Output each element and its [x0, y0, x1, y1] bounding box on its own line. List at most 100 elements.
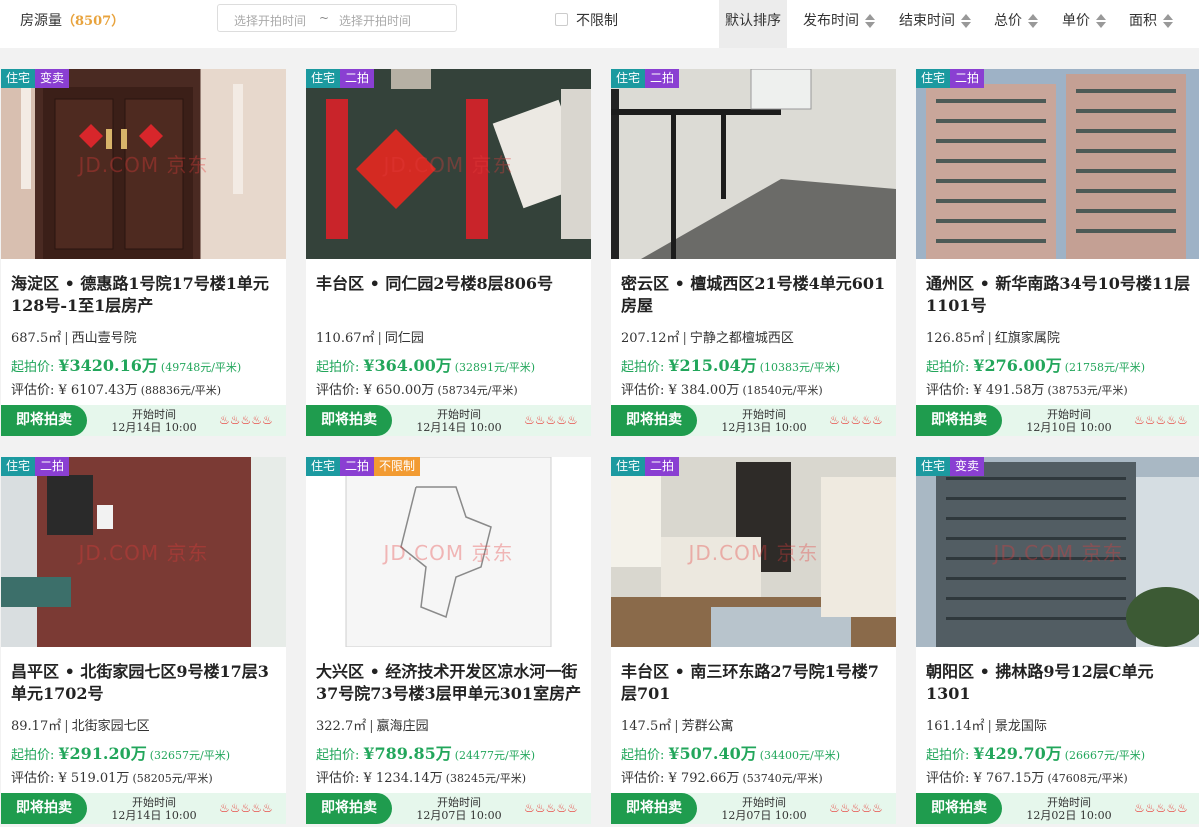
listing-card[interactable]: JD.COM 京东 住宅 二拍 不限制 大兴区 • 经济技术开发区凉水河一街37… [306, 457, 591, 824]
date-start-input[interactable]: 选择开拍时间 [234, 12, 306, 29]
sort-default[interactable]: 默认排序 [719, 0, 787, 48]
appraisal-unit: (58205元/平米) [132, 772, 213, 785]
listing-photo[interactable]: JD.COM 京东 [611, 457, 896, 647]
upcoming-auction-button[interactable]: 即将拍卖 [306, 405, 392, 436]
start-price-value: ¥215.04万 [668, 356, 757, 375]
jd-watermark: JD.COM 京东 [383, 541, 514, 565]
listing-title[interactable]: 昌平区 • 北街家园七区9号楼17层3单元1702号 [11, 661, 281, 705]
jd-watermark: JD.COM 京东 [78, 541, 209, 565]
tag-residential: 住宅 [306, 457, 341, 476]
start-time-label: 开始时间 [1047, 408, 1091, 421]
listing-card[interactable]: JD.COM 京东 住宅 二拍 昌平区 • 北街家园七区9号楼17层3单元170… [1, 457, 286, 824]
popularity-flame-icons: ♨♨♨♨♨ [219, 413, 273, 427]
listing-photo[interactable]: JD.COM 京东 [1, 457, 286, 647]
sort-area[interactable]: 面积 [1129, 10, 1173, 30]
start-price: 起拍价: ¥291.20万 (32657元/平米) [11, 740, 230, 764]
tag-residential: 住宅 [1, 457, 36, 476]
listing-photo[interactable]: JD.COM 京东 [916, 457, 1199, 647]
tag-residential: 住宅 [1, 69, 36, 88]
tag-sale-type: 二拍 [950, 69, 985, 88]
listing-card[interactable]: 住宅 二拍 密云区 • 檀城西区21号楼4单元601房屋 207.12㎡ | 宁静之… [611, 69, 896, 436]
checkbox-box[interactable] [555, 13, 568, 26]
start-time-value: 12月02日 10:00 [1026, 809, 1112, 822]
start-price-unit: (21758元/平米) [1064, 361, 1146, 374]
start-time-label: 开始时间 [742, 408, 786, 421]
date-end-input[interactable]: 选择开拍时间 [339, 12, 411, 29]
appraisal-value: ¥ 650.00万 [363, 383, 435, 398]
listing-title[interactable]: 密云区 • 檀城西区21号楼4单元601房屋 [621, 273, 891, 317]
listing-title[interactable]: 丰台区 • 同仁园2号楼8层806号 [316, 273, 586, 295]
listing-title[interactable]: 海淀区 • 德惠路1号院17号楼1单元128号-1至1层房产 [11, 273, 281, 317]
start-price-value: ¥3420.16万 [58, 356, 158, 375]
start-time-label: 开始时间 [437, 408, 481, 421]
start-price-unit: (24477元/平米) [454, 749, 536, 762]
sort-publish-time[interactable]: 发布时间 [803, 10, 875, 30]
appraisal-label: 评估价: [11, 383, 55, 398]
community-name: 宁静之都檀城西区 [689, 331, 794, 346]
start-price-label: 起拍价: [621, 748, 665, 763]
auction-status-bar: 即将拍卖 开始时间 12月14日 10:00 ♨♨♨♨♨ [1, 793, 286, 824]
start-time: 开始时间 12月14日 10:00 [404, 408, 514, 434]
stairwell-photo-illustration [611, 69, 896, 259]
appraisal-value: ¥ 767.15万 [973, 771, 1045, 786]
appraisal-value: ¥ 384.00万 [668, 383, 740, 398]
start-time: 开始时间 12月14日 10:00 [99, 796, 209, 822]
start-time-value: 12月07日 10:00 [721, 809, 807, 822]
start-time-value: 12月13日 10:00 [721, 421, 807, 434]
appraisal-price: 评估价: ¥ 792.66万 (53740元/平米) [621, 767, 823, 786]
listing-photo[interactable]: JD.COM 京东 [1, 69, 286, 259]
listing-card[interactable]: JD.COM 京东 住宅 变卖 朝阳区 • 拂林路9号12层C单元1301 16… [916, 457, 1199, 824]
upcoming-auction-button[interactable]: 即将拍卖 [916, 793, 1002, 824]
listing-photo[interactable]: JD.COM 京东 [306, 69, 591, 259]
start-price-value: ¥429.70万 [973, 744, 1062, 763]
start-price-label: 起拍价: [316, 748, 360, 763]
start-time-value: 12月07日 10:00 [416, 809, 502, 822]
listing-area-community: 126.85㎡ | 红旗家属院 [926, 331, 1060, 346]
area-value: 687.5㎡ [11, 331, 62, 346]
appraisal-label: 评估价: [621, 383, 665, 398]
listing-photo[interactable] [916, 69, 1199, 259]
upcoming-auction-button[interactable]: 即将拍卖 [916, 405, 1002, 436]
sort-unit-price[interactable]: 单价 [1062, 10, 1106, 30]
listing-title[interactable]: 大兴区 • 经济技术开发区凉水河一街37号院73号楼3层甲单元301室房产 [316, 661, 586, 705]
start-price-label: 起拍价: [11, 360, 55, 375]
listing-title[interactable]: 丰台区 • 南三环东路27号院1号楼7层701 [621, 661, 891, 705]
listing-photo[interactable]: JD.COM 京东 [306, 457, 591, 647]
start-time: 开始时间 12月13日 10:00 [709, 408, 819, 434]
sort-total-price[interactable]: 总价 [994, 10, 1038, 30]
listing-card[interactable]: JD.COM 京东 住宅 二拍 丰台区 • 南三环东路27号院1号楼7层701 … [611, 457, 896, 824]
upcoming-auction-button[interactable]: 即将拍卖 [306, 793, 392, 824]
start-price: 起拍价: ¥276.00万 (21758元/平米) [926, 352, 1145, 376]
start-price-label: 起拍价: [926, 360, 970, 375]
community-name: 北街家园七区 [71, 719, 150, 734]
tag-sale-type: 二拍 [645, 457, 680, 476]
listing-title[interactable]: 朝阳区 • 拂林路9号12层C单元1301 [926, 661, 1196, 705]
upcoming-auction-button[interactable]: 即将拍卖 [1, 405, 87, 436]
start-time: 开始时间 12月14日 10:00 [99, 408, 209, 434]
start-price: 起拍价: ¥364.00万 (32891元/平米) [316, 352, 535, 376]
sort-end-time[interactable]: 结束时间 [899, 10, 971, 30]
upcoming-auction-button[interactable]: 即将拍卖 [611, 793, 697, 824]
start-price-value: ¥276.00万 [973, 356, 1062, 375]
appraisal-label: 评估价: [316, 771, 360, 786]
auction-status-bar: 即将拍卖 开始时间 12月07日 10:00 ♨♨♨♨♨ [611, 793, 896, 824]
listing-photo[interactable] [611, 69, 896, 259]
listing-card[interactable]: JD.COM 京东 住宅 变卖 海淀区 • 德惠路1号院17号楼1单元128号-… [1, 69, 286, 436]
start-price-unit: (26667元/平米) [1064, 749, 1146, 762]
tag-group: 住宅 二拍 [611, 69, 680, 88]
community-name: 同仁园 [384, 331, 424, 346]
start-price-value: ¥291.20万 [58, 744, 147, 763]
tag-group: 住宅 二拍 [1, 457, 70, 476]
unlimited-filter-checkbox[interactable]: 不限制 [555, 10, 618, 30]
listing-card[interactable]: 住宅 二拍 通州区 • 新华南路34号10号楼11层1101号 126.85㎡ |… [916, 69, 1199, 436]
upcoming-auction-button[interactable]: 即将拍卖 [1, 793, 87, 824]
listing-title[interactable]: 通州区 • 新华南路34号10号楼11层1101号 [926, 273, 1196, 317]
upcoming-auction-button[interactable]: 即将拍卖 [611, 405, 697, 436]
auction-date-range-picker[interactable]: 选择开拍时间 ~ 选择开拍时间 [217, 4, 457, 32]
listing-count-close: ） [111, 14, 125, 29]
appraisal-label: 评估价: [926, 771, 970, 786]
listing-card[interactable]: JD.COM 京东 住宅 二拍 丰台区 • 同仁园2号楼8层806号 110.6… [306, 69, 591, 436]
start-price-label: 起拍价: [926, 748, 970, 763]
tag-group: 住宅 二拍 [916, 69, 985, 88]
popularity-flame-icons: ♨♨♨♨♨ [829, 801, 883, 815]
